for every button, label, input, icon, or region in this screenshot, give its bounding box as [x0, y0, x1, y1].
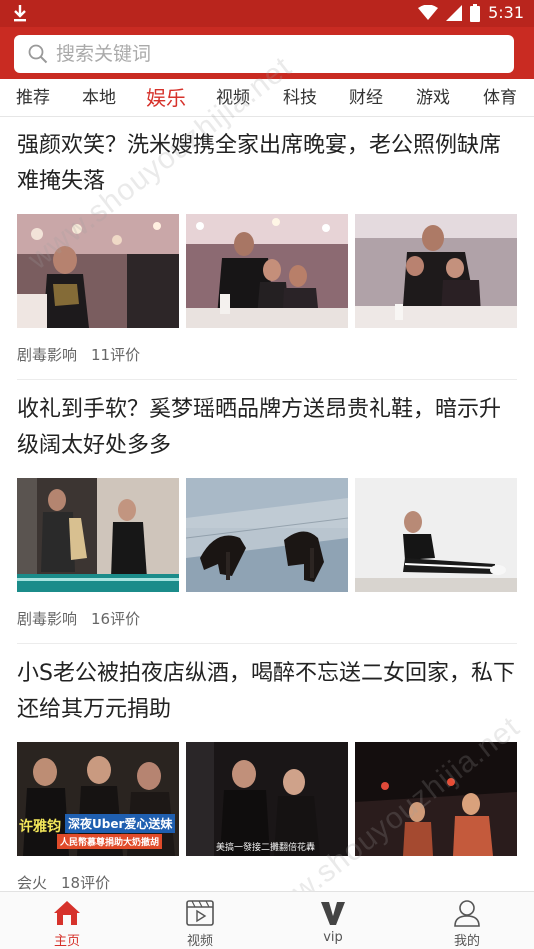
profile-icon	[454, 900, 480, 927]
divider	[17, 379, 517, 380]
tab-recommend[interactable]: 推荐	[16, 79, 50, 117]
caption-headline: 深夜Uber爱心送妹	[65, 814, 176, 833]
download-icon	[12, 3, 28, 28]
nav-profile[interactable]: 我的	[427, 892, 507, 949]
news-thumbnail[interactable]	[355, 214, 517, 328]
news-images: 许雅钧 深夜Uber爱心送妹 人民幣慕尊捐助大奶撤胡 美搞一發接二攤翻倍花轟	[17, 742, 517, 856]
nav-profile-label: 我的	[453, 934, 480, 949]
status-time: 5:31	[488, 3, 524, 22]
home-icon	[54, 901, 80, 925]
nav-home-label: 主页	[53, 934, 80, 949]
tab-entertainment[interactable]: 娱乐	[146, 79, 186, 117]
search-header	[0, 27, 534, 79]
news-title[interactable]: 收礼到手软？奚梦瑶晒品牌方送昂贵礼鞋，暗示升级阔太好处多多	[17, 392, 517, 464]
search-input[interactable]	[56, 43, 476, 65]
news-meta: 剧毒影响 11评价	[17, 344, 140, 365]
caption-sub: 人民幣慕尊捐助大奶撤胡	[57, 834, 163, 849]
news-comments[interactable]: 16评价	[91, 610, 140, 628]
nav-video-label: 视频	[186, 934, 213, 949]
news-thumbnail[interactable]	[186, 478, 348, 592]
video-icon	[186, 900, 214, 926]
wifi-icon	[418, 4, 439, 21]
news-thumbnail[interactable]	[186, 214, 348, 328]
tab-video[interactable]: 视频	[216, 79, 250, 117]
news-images	[17, 478, 517, 592]
bottom-nav: 主页 视频 vip 我的	[0, 891, 534, 949]
tab-tech[interactable]: 科技	[283, 79, 317, 117]
news-thumbnail[interactable]	[17, 214, 179, 328]
news-comments[interactable]: 11评价	[91, 346, 140, 364]
news-title[interactable]: 强颜欢笑？洗米嫂携全家出席晚宴，老公照例缺席难掩失落	[17, 128, 517, 200]
battery-icon	[470, 3, 481, 22]
signal-icon	[446, 4, 463, 21]
search-icon	[28, 44, 48, 64]
news-source: 会火	[17, 874, 48, 892]
caption-name: 许雅钧	[19, 819, 61, 835]
news-source: 剧毒影响	[17, 346, 78, 364]
news-thumbnail[interactable]	[355, 478, 517, 592]
news-comments[interactable]: 18评价	[61, 874, 110, 892]
news-source: 剧毒影响	[17, 610, 78, 628]
news-thumbnail[interactable]	[17, 478, 179, 592]
caption-headline: 美搞一發接二攤翻倍花轟	[216, 843, 316, 853]
news-meta: 剧毒影响 16评价	[17, 608, 140, 629]
tab-finance[interactable]: 财经	[349, 79, 383, 117]
news-thumbnail[interactable]	[355, 742, 517, 856]
nav-vip[interactable]: vip	[293, 892, 373, 949]
vip-icon	[321, 902, 345, 925]
search-bar[interactable]	[14, 35, 514, 73]
news-images	[17, 214, 517, 328]
news-meta: 会火 18评价	[17, 872, 110, 893]
nav-vip-label: vip	[323, 930, 343, 945]
status-bar: 5:31	[0, 0, 534, 27]
nav-video[interactable]: 视频	[160, 892, 240, 949]
tab-games[interactable]: 游戏	[416, 79, 450, 117]
nav-home[interactable]: 主页	[27, 892, 107, 949]
category-tabs: 推荐 本地 娱乐 视频 科技 财经 游戏 体育	[0, 79, 534, 117]
divider	[17, 643, 517, 644]
tab-local[interactable]: 本地	[82, 79, 116, 117]
news-thumbnail[interactable]: 美搞一發接二攤翻倍花轟	[186, 742, 348, 856]
news-thumbnail[interactable]: 许雅钧 深夜Uber爱心送妹 人民幣慕尊捐助大奶撤胡	[17, 742, 179, 856]
tab-sports[interactable]: 体育	[483, 79, 517, 117]
news-title[interactable]: 小S老公被拍夜店纵酒，喝醉不忘送二女回家，私下还给其万元捐助	[17, 656, 517, 728]
